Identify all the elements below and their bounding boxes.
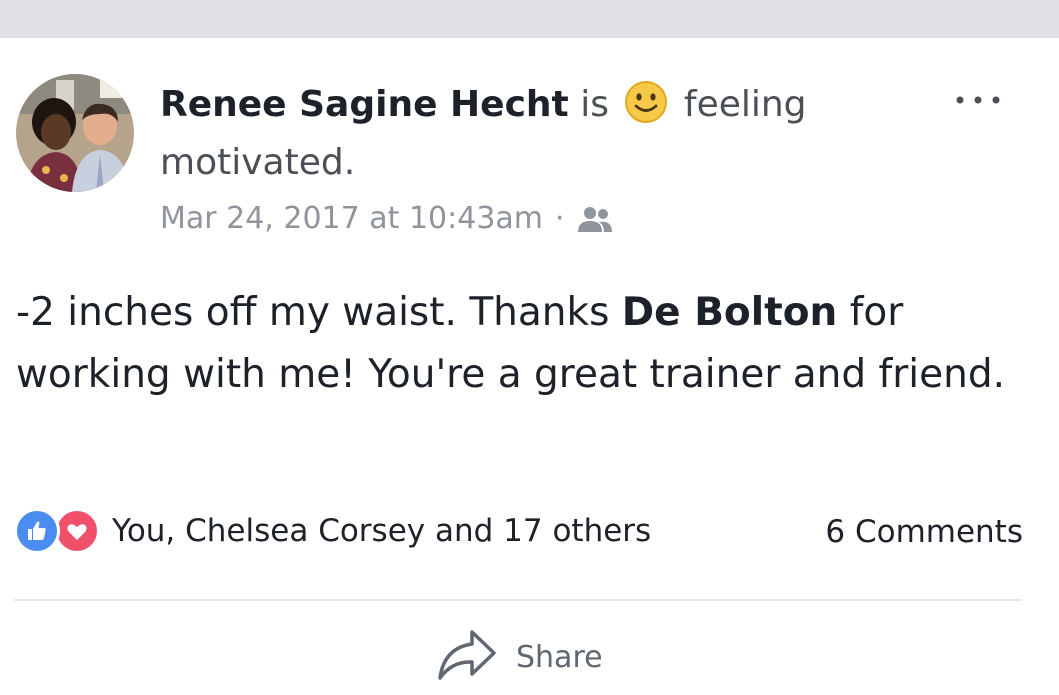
post-timestamp[interactable]: Mar 24, 2017 at 10:43am bbox=[160, 201, 543, 236]
post-text-start: -2 inches off my waist. Thanks bbox=[16, 290, 622, 335]
more-options-icon[interactable] bbox=[952, 88, 1004, 112]
smiley-emoji-icon bbox=[624, 80, 668, 124]
friends-icon[interactable] bbox=[577, 204, 613, 234]
love-icon bbox=[54, 508, 100, 554]
reactors-text[interactable]: You, Chelsea Corsey and 17 others bbox=[112, 513, 651, 549]
author-name[interactable]: Renee Sagine Hecht bbox=[160, 84, 569, 125]
author-avatar[interactable] bbox=[16, 74, 134, 192]
top-divider-band bbox=[0, 0, 1059, 38]
feed-post: Renee Sagine Hecht is feeling motivated.… bbox=[0, 38, 1059, 695]
share-label: Share bbox=[516, 639, 603, 675]
action-divider bbox=[14, 599, 1022, 601]
reaction-summary[interactable]: You, Chelsea Corsey and 17 others bbox=[14, 508, 651, 554]
meta-separator: · bbox=[555, 201, 565, 236]
share-arrow-icon bbox=[436, 628, 498, 686]
share-button[interactable]: Share bbox=[436, 628, 603, 686]
like-icon bbox=[14, 508, 60, 554]
post-meta: Mar 24, 2017 at 10:43am · bbox=[160, 201, 613, 236]
header-verb: is bbox=[580, 84, 609, 125]
mention-link[interactable]: De Bolton bbox=[622, 290, 838, 335]
post-body: -2 inches off my waist. Thanks De Bolton… bbox=[16, 282, 1026, 406]
comments-count[interactable]: 6 Comments bbox=[825, 514, 1023, 550]
post-header: Renee Sagine Hecht is feeling motivated. bbox=[160, 76, 880, 192]
